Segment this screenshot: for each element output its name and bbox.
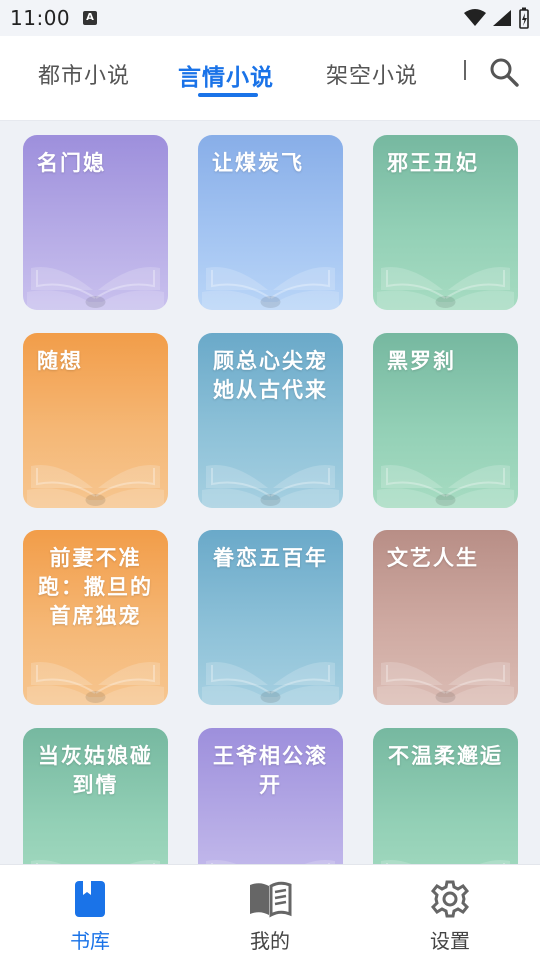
book-card[interactable]: 前妻不准跑：撒旦的首席独宠 [23, 530, 168, 705]
battery-charging-icon [519, 7, 529, 29]
tab-dushi[interactable]: 都市小说 [38, 58, 130, 90]
book-card[interactable]: 当灰姑娘碰到情 [23, 728, 168, 864]
gear-icon [430, 880, 470, 918]
book-card[interactable]: 顾总心尖宠她从古代来 [198, 333, 343, 508]
book-title: 前妻不准跑：撒旦的首席独宠 [38, 546, 153, 628]
nav-label: 我的 [250, 929, 290, 953]
open-book-icon [31, 860, 160, 864]
open-book-icon [377, 266, 514, 310]
book-grid: 名门媳 让煤炭飞 邪王丑妃 随想 顾总心尖宠她从古代来 黑罗刹 前妻不准跑：撒旦… [0, 120, 540, 864]
tab-more-partial[interactable] [462, 60, 468, 84]
bottom-nav: 书库 我的 设置 [0, 864, 540, 961]
book-title: 顾总心尖宠她从古代来 [213, 349, 328, 402]
book-card[interactable]: 黑罗刹 [373, 333, 518, 508]
nav-label: 书库 [70, 929, 110, 953]
nav-label: 设置 [430, 929, 470, 953]
signal-icon [493, 10, 511, 26]
tab-yanqing[interactable]: 言情小说 [178, 58, 274, 92]
open-book-icon [27, 266, 164, 310]
book-title: 让煤炭飞 [212, 151, 304, 175]
book-title: 不温柔邂逅 [388, 744, 503, 768]
book-title: 眷恋五百年 [213, 546, 328, 570]
book-card[interactable]: 让煤炭飞 [198, 135, 343, 310]
tab-jiakong[interactable]: 架空小说 [326, 58, 418, 90]
open-book-icon [381, 860, 510, 864]
open-book-icon [206, 860, 335, 864]
open-book-icon [202, 661, 339, 705]
open-book-icon [27, 661, 164, 705]
open-book-icon [27, 464, 164, 508]
book-title: 当灰姑娘碰到情 [38, 744, 153, 797]
book-title: 黑罗刹 [387, 349, 456, 373]
open-book-icon [377, 464, 514, 508]
book-card[interactable]: 名门媳 [23, 135, 168, 310]
book-title: 邪王丑妃 [387, 151, 479, 175]
active-tab-indicator [198, 93, 258, 97]
book-title: 名门媳 [37, 151, 106, 175]
bookmark-book-icon [75, 881, 105, 917]
open-book-icon [250, 881, 292, 918]
nav-settings[interactable]: 设置 [360, 865, 540, 961]
nav-library[interactable]: 书库 [0, 865, 180, 961]
notification-a-icon: A [83, 11, 97, 25]
nav-mine[interactable]: 我的 [180, 865, 360, 961]
category-tab-bar: 都市小说 言情小说 架空小说 [0, 36, 540, 121]
book-card[interactable]: 王爷相公滚开 [198, 728, 343, 864]
book-card[interactable]: 不温柔邂逅 [373, 728, 518, 864]
book-title: 文艺人生 [387, 546, 479, 570]
open-book-icon [377, 661, 514, 705]
search-icon [490, 58, 519, 87]
book-card[interactable]: 随想 [23, 333, 168, 508]
book-card[interactable]: 眷恋五百年 [198, 530, 343, 705]
book-title: 王爷相公滚开 [213, 744, 328, 797]
book-card[interactable]: 邪王丑妃 [373, 135, 518, 310]
wifi-icon [464, 9, 486, 26]
status-bar: 11:00 A [0, 0, 540, 36]
book-title: 随想 [37, 349, 83, 373]
open-book-icon [202, 464, 339, 508]
search-button[interactable] [486, 54, 522, 90]
status-time: 11:00 [10, 6, 71, 30]
book-card[interactable]: 文艺人生 [373, 530, 518, 705]
open-book-icon [202, 266, 339, 310]
